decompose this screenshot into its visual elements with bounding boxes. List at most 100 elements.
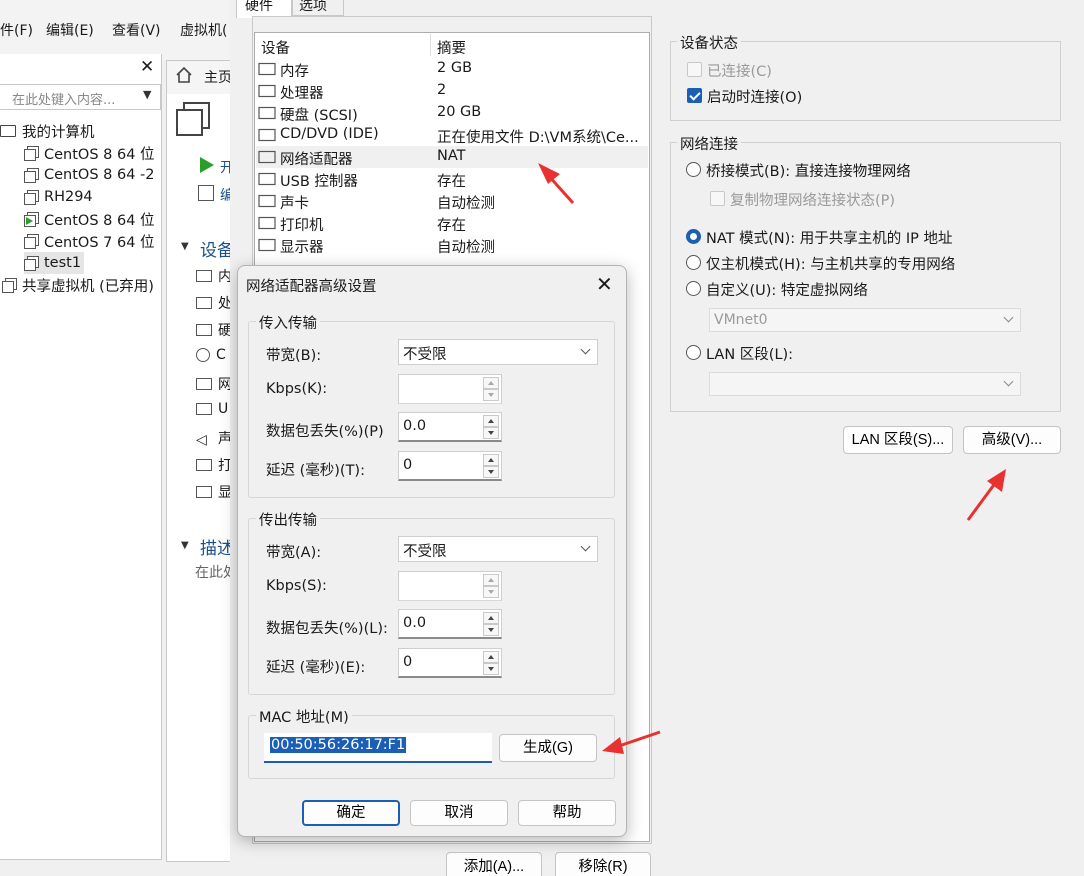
advanced-button[interactable]: 高级(V)... [963,426,1061,454]
hardware-row[interactable]: 显示器 自动检测 [256,234,648,256]
mac-title: MAC 地址(M) [256,706,352,727]
library-search-input[interactable]: 在此处键入内容... [0,84,161,110]
lan-segment-select[interactable] [709,372,1021,396]
speaker-icon [258,194,276,208]
spin-down-icon[interactable] [483,427,499,439]
connect-at-power-on-checkbox[interactable] [687,88,702,103]
column-header-device[interactable]: 设备 [261,37,290,58]
menu-view[interactable]: 查看(V) [112,20,161,40]
tree-my-computer[interactable]: 我的计算机 [0,120,95,142]
hardware-row[interactable]: 网络适配器 NAT [256,146,648,168]
tree-vm-item[interactable]: CentOS 7 64 位 [24,230,155,252]
menu-edit[interactable]: 编辑(E) [46,20,94,40]
power-on-icon[interactable] [200,157,214,173]
menu-file[interactable]: 件(F) [0,20,33,40]
lan-segments-button[interactable]: LAN 区段(S)... [843,426,953,454]
spin-down-icon[interactable] [483,466,499,478]
spin-up-icon[interactable] [483,574,499,586]
library-close-icon[interactable]: ✕ [140,57,154,77]
home-icon [176,66,192,83]
close-icon[interactable]: ✕ [596,274,613,294]
tree-label: 共享虚拟机 (已弃用) [22,278,154,295]
network-icon [196,378,212,390]
tree-vm-item-selected[interactable]: test1 [24,252,84,274]
collapse-icon[interactable]: ▼ [181,540,189,551]
hardware-row[interactable]: CD/DVD (IDE) 正在使用文件 D:\VM系统\Ce... [256,124,648,146]
incoming-bandwidth-select[interactable]: 不受限 [398,339,598,365]
column-header-summary[interactable]: 摘要 [437,37,466,58]
vm-icon [24,234,39,249]
menu-vm[interactable]: 虚拟机( [180,20,227,40]
outgoing-kbps-stepper[interactable] [398,571,502,601]
bg-device-row[interactable]: 处 [196,293,232,313]
spin-up-icon[interactable] [483,612,499,624]
vm-icon [24,256,39,271]
bg-device-row[interactable]: 显 [196,482,232,502]
tree-vm-item[interactable]: RH294 [24,186,93,208]
bridged-radio[interactable] [686,162,701,177]
hardware-row[interactable]: USB 控制器 存在 [256,168,648,190]
spin-down-icon[interactable] [483,624,499,636]
cd-icon [196,348,210,362]
spin-up-icon[interactable] [483,651,499,663]
custom-radio[interactable] [686,281,701,296]
bg-device-row[interactable]: ◁ 声 [196,428,232,448]
search-dropdown-icon[interactable]: ▼ [143,88,151,101]
incoming-kbps-stepper[interactable] [398,374,502,404]
hardware-row[interactable]: 硬盘 (SCSI) 20 GB [256,102,648,124]
device-name: 显示器 [280,240,324,256]
incoming-loss-stepper[interactable]: 0.0 [398,412,502,442]
device-name: USB 控制器 [280,174,358,190]
tree-vm-item[interactable]: CentOS 8 64 位 [24,208,155,230]
edit-settings-icon[interactable] [198,185,214,201]
hardware-row[interactable]: 声卡 自动检测 [256,190,648,212]
mac-address-input[interactable]: 00:50:56:26:17:F1 [264,733,492,763]
nat-radio[interactable] [686,229,701,244]
lan-segment-radio[interactable] [686,345,701,360]
tree-vm-item[interactable]: CentOS 8 64 位 [24,142,155,164]
bg-device-row[interactable]: 硬 [196,320,232,340]
custom-network-select[interactable]: VMnet0 [709,308,1021,332]
help-button[interactable]: 帮助 [518,800,616,826]
custom-network-value: VMnet0 [714,312,768,328]
spin-up-icon[interactable] [483,377,499,389]
hardware-row[interactable]: 打印机 存在 [256,212,648,234]
usb-icon [196,403,212,415]
device-status-group [670,41,1061,121]
hardware-row[interactable]: 处理器 2 [256,80,648,102]
tab-options[interactable]: 选项 [292,0,344,16]
spin-up-icon[interactable] [483,454,499,466]
tree-vm-item[interactable]: CentOS 8 64 -2 [24,164,155,186]
outgoing-bandwidth-select[interactable]: 不受限 [398,536,598,562]
network-connection-title: 网络连接 [677,133,741,154]
bg-device-row[interactable]: 打 [196,455,232,475]
connected-checkbox[interactable] [687,62,702,77]
spin-down-icon[interactable] [483,389,499,401]
device-summary: 存在 [437,218,466,234]
incoming-latency-stepper[interactable]: 0 [398,451,502,481]
vm-icon [24,190,39,205]
device-name: 打印机 [280,218,324,234]
chevron-down-icon [1003,376,1014,387]
ok-button[interactable]: 确定 [302,800,400,826]
outgoing-latency-stepper[interactable]: 0 [398,648,502,678]
collapse-icon[interactable]: ▼ [181,241,189,252]
spin-down-icon[interactable] [483,663,499,675]
remove-device-button[interactable]: 移除(R) [555,852,651,876]
generate-mac-button[interactable]: 生成(G) [499,734,597,762]
vm-icon [24,146,39,161]
replicate-state-checkbox[interactable] [710,191,725,206]
cancel-button[interactable]: 取消 [410,800,508,826]
bg-device-row[interactable]: 内 [196,266,232,286]
bg-device-row[interactable]: C [196,347,226,363]
add-device-button[interactable]: 添加(A)... [446,852,542,876]
host-only-radio[interactable] [686,255,701,270]
spin-up-icon[interactable] [483,415,499,427]
bg-device-row[interactable]: 网 [196,374,232,394]
outgoing-loss-stepper[interactable]: 0.0 [398,609,502,639]
tree-shared-vms[interactable]: 共享虚拟机 (已弃用) [2,274,154,296]
bg-device-row[interactable]: U [196,401,228,417]
hardware-row[interactable]: 内存 2 GB [256,58,648,80]
spin-down-icon[interactable] [483,586,499,598]
device-name: 硬盘 (SCSI) [280,108,358,124]
